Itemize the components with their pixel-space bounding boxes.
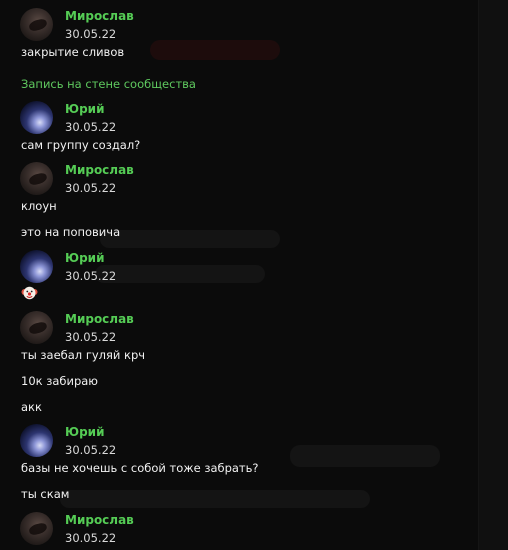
author-name[interactable]: Юрий: [65, 101, 105, 117]
message-text: сам группу создал?: [21, 138, 141, 152]
avatar[interactable]: [20, 250, 53, 283]
message-date[interactable]: 30.05.22: [65, 443, 116, 457]
chat-history: Мирослав 30.05.22 закрытие сливов Запись…: [0, 0, 508, 550]
author-name[interactable]: Юрий: [65, 424, 105, 440]
author-name[interactable]: Мирослав: [65, 512, 134, 528]
wall-post-link[interactable]: Запись на стене сообщества: [21, 77, 196, 91]
message-date[interactable]: 30.05.22: [65, 120, 116, 134]
message-date[interactable]: 30.05.22: [65, 269, 116, 283]
message-text: клоун: [21, 199, 57, 213]
avatar[interactable]: [20, 162, 53, 195]
message-text: 10к забираю: [21, 374, 98, 388]
author-name[interactable]: Мирослав: [65, 8, 134, 24]
author-name[interactable]: Юрий: [65, 250, 105, 266]
message-text: ты заебал гуляй крч: [21, 348, 146, 362]
author-name[interactable]: Мирослав: [65, 162, 134, 178]
message-date[interactable]: 30.05.22: [65, 27, 116, 41]
message-text: акк: [21, 400, 42, 414]
avatar[interactable]: [20, 101, 53, 134]
message-date[interactable]: 30.05.22: [65, 531, 116, 545]
author-name[interactable]: Мирослав: [65, 311, 134, 327]
message-text: базы не хочешь с собой тоже забрать?: [21, 461, 259, 475]
message-date[interactable]: 30.05.22: [65, 330, 116, 344]
message-date[interactable]: 30.05.22: [65, 181, 116, 195]
clown-face-icon: [21, 286, 38, 300]
avatar[interactable]: [20, 512, 53, 545]
message-text: закрытие сливов: [21, 45, 125, 59]
message-text: ты скам: [21, 487, 70, 501]
avatar[interactable]: [20, 8, 53, 41]
avatar[interactable]: [20, 311, 53, 344]
avatar[interactable]: [20, 424, 53, 457]
message-text: это на поповича: [21, 225, 121, 239]
